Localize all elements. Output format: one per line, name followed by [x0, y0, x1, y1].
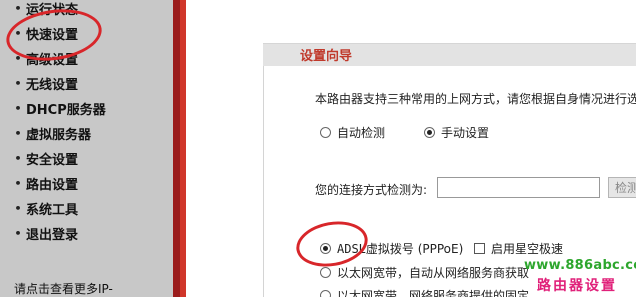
- conn-dynamic-radio[interactable]: [320, 267, 331, 278]
- conn-dynamic-option[interactable]: 以太网宽带，自动从网络服务商获取: [320, 264, 529, 281]
- bullet-icon: •: [14, 76, 22, 90]
- page-title: 设置向导: [300, 49, 353, 64]
- watermark-brand: 路由器设置: [537, 278, 617, 294]
- bullet-icon: •: [14, 151, 22, 165]
- sidebar-item-label: 虚拟服务器: [26, 127, 92, 143]
- mode-auto-radio[interactable]: [320, 127, 331, 138]
- sidebar-item-logout[interactable]: • 退出登录: [14, 223, 78, 243]
- sidebar-item-label: 系统工具: [26, 202, 79, 218]
- bullet-icon: •: [14, 126, 22, 140]
- detect-button[interactable]: 检测: [608, 177, 636, 198]
- conn-adsl-rest: 虚拟拨号 (PPPoE): [365, 242, 464, 256]
- conn-static-radio[interactable]: [320, 290, 331, 297]
- sidebar-item-label: 安全设置: [26, 152, 79, 168]
- sidebar-item-label: 路由设置: [26, 177, 79, 193]
- bullet-icon: •: [14, 1, 22, 15]
- enable-fast-label: 启用星空极速: [491, 242, 564, 256]
- sidebar-item-label: 退出登录: [26, 227, 79, 243]
- sidebar-item-dhcp[interactable]: • DHCP服务器: [14, 98, 106, 118]
- bullet-icon: •: [14, 176, 22, 190]
- enable-fast-option[interactable]: 启用星空极速: [474, 240, 563, 257]
- mode-auto-label: 自动检测: [337, 126, 386, 140]
- detect-result-field[interactable]: [437, 177, 600, 198]
- bullet-icon: •: [14, 201, 22, 215]
- enable-fast-checkbox[interactable]: [474, 243, 485, 254]
- conn-static-label: 以太网宽带，网络服务商提供的固定: [337, 289, 530, 297]
- conn-static-option[interactable]: 以太网宽带，网络服务商提供的固定: [320, 287, 529, 297]
- mode-manual-label: 手动设置: [441, 126, 490, 140]
- mode-manual-radio[interactable]: [424, 127, 435, 138]
- conn-dynamic-label: 以太网宽带，自动从网络服务商获取: [337, 266, 530, 280]
- watermark-url: www.886abc.com: [524, 258, 636, 273]
- mode-manual-option[interactable]: 手动设置: [424, 124, 489, 141]
- sidebar-item-routing[interactable]: • 路由设置: [14, 173, 78, 193]
- mode-auto-option[interactable]: 自动检测: [320, 124, 385, 141]
- sidebar-item-system-tools[interactable]: • 系统工具: [14, 198, 78, 218]
- sidebar-item-wireless[interactable]: • 无线设置: [14, 73, 78, 93]
- bullet-icon: •: [14, 101, 22, 115]
- sidebar-item-virtual-server[interactable]: • 虚拟服务器: [14, 123, 91, 143]
- sidebar-item-label: DHCP服务器: [26, 102, 106, 118]
- intro-text: 本路由器支持三种常用的上网方式，请您根据自身情况进行选: [315, 92, 636, 106]
- sidebar-item-security[interactable]: • 安全设置: [14, 148, 78, 168]
- sidebar-border-dark: [173, 0, 180, 297]
- bullet-icon: •: [14, 226, 22, 240]
- sidebar-footer-link[interactable]: 请点击查看更多IP-: [14, 280, 113, 297]
- sidebar-item-label: 无线设置: [26, 77, 79, 93]
- detect-label: 您的连接方式检测为:: [315, 183, 428, 197]
